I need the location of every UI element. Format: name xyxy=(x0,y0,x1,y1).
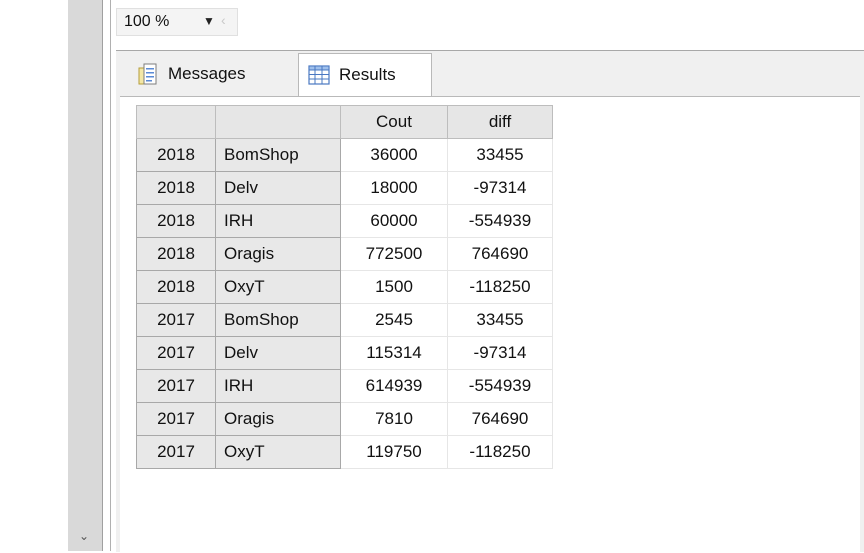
table-row: 2018 OxyT 1500 -118250 xyxy=(136,270,553,304)
cell-cout[interactable]: 18000 xyxy=(340,171,448,205)
tab-results[interactable]: Results xyxy=(298,53,432,96)
results-grid-area: Cout diff 2018 BomShop 36000 33455 2018 … xyxy=(120,96,860,553)
table-row: 2017 IRH 614939 -554939 xyxy=(136,369,553,403)
cell-year[interactable]: 2018 xyxy=(136,171,216,205)
table-row: 2018 Oragis 772500 764690 xyxy=(136,237,553,271)
cell-name[interactable]: Oragis xyxy=(215,237,341,271)
table-row: 2018 Delv 18000 -97314 xyxy=(136,171,553,205)
cell-cout[interactable]: 772500 xyxy=(340,237,448,271)
table-row: 2017 Delv 115314 -97314 xyxy=(136,336,553,370)
scroll-down-chevron-icon[interactable]: ⌄ xyxy=(76,528,92,544)
cell-name[interactable]: Oragis xyxy=(215,402,341,436)
cell-cout[interactable]: 119750 xyxy=(340,435,448,469)
cell-name[interactable]: BomShop xyxy=(215,303,341,337)
tab-messages[interactable]: Messages xyxy=(128,54,298,94)
tab-results-label: Results xyxy=(339,65,396,84)
cell-name[interactable]: OxyT xyxy=(215,270,341,304)
column-header-year[interactable] xyxy=(136,105,216,139)
cell-diff[interactable]: 33455 xyxy=(447,138,553,172)
cell-cout[interactable]: 115314 xyxy=(340,336,448,370)
cell-name[interactable]: Delv xyxy=(215,336,341,370)
cell-cout[interactable]: 1500 xyxy=(340,270,448,304)
cell-cout[interactable]: 614939 xyxy=(340,369,448,403)
gutter-divider-inner xyxy=(110,0,111,551)
zoom-bar: 100 % ▼ ‹ xyxy=(116,8,864,36)
table-row: 2017 OxyT 119750 -118250 xyxy=(136,435,553,469)
tab-messages-label: Messages xyxy=(168,64,246,83)
cell-diff[interactable]: -554939 xyxy=(447,204,553,238)
left-gutter xyxy=(68,0,103,551)
table-row: 2018 IRH 60000 -554939 xyxy=(136,204,553,238)
cell-name[interactable]: Delv xyxy=(215,171,341,205)
cell-year[interactable]: 2018 xyxy=(136,204,216,238)
table-row: 2017 Oragis 7810 764690 xyxy=(136,402,553,436)
table-row: 2018 BomShop 36000 33455 xyxy=(136,138,553,172)
column-header-diff[interactable]: diff xyxy=(447,105,553,139)
cell-cout[interactable]: 36000 xyxy=(340,138,448,172)
cell-name[interactable]: BomShop xyxy=(215,138,341,172)
results-grid-icon xyxy=(308,65,330,85)
cell-diff[interactable]: 764690 xyxy=(447,237,553,271)
cell-diff[interactable]: -554939 xyxy=(447,369,553,403)
cell-year[interactable]: 2018 xyxy=(136,270,216,304)
cell-cout[interactable]: 60000 xyxy=(340,204,448,238)
table-row: 2017 BomShop 2545 33455 xyxy=(136,303,553,337)
results-panel: Messages Results Cout diff 2018 BomShop … xyxy=(116,50,864,553)
cell-cout[interactable]: 7810 xyxy=(340,402,448,436)
grid-header-row: Cout diff xyxy=(136,105,553,139)
zoom-dropdown[interactable]: 100 % ▼ ‹ xyxy=(116,8,238,36)
cell-diff[interactable]: -97314 xyxy=(447,336,553,370)
cell-year[interactable]: 2017 xyxy=(136,402,216,436)
cell-diff[interactable]: -118250 xyxy=(447,435,553,469)
cell-year[interactable]: 2018 xyxy=(136,237,216,271)
cell-year[interactable]: 2018 xyxy=(136,138,216,172)
cell-cout[interactable]: 2545 xyxy=(340,303,448,337)
gutter-divider xyxy=(102,0,103,551)
cell-year[interactable]: 2017 xyxy=(136,336,216,370)
cell-diff[interactable]: 764690 xyxy=(447,402,553,436)
cell-diff[interactable]: 33455 xyxy=(447,303,553,337)
cell-name[interactable]: IRH xyxy=(215,369,341,403)
cell-name[interactable]: OxyT xyxy=(215,435,341,469)
scroll-left-icon[interactable]: ‹ xyxy=(221,12,226,28)
column-header-name[interactable] xyxy=(215,105,341,139)
cell-year[interactable]: 2017 xyxy=(136,435,216,469)
cell-name[interactable]: IRH xyxy=(215,204,341,238)
chevron-down-icon[interactable]: ▼ xyxy=(203,14,215,28)
messages-icon xyxy=(138,63,157,85)
cell-year[interactable]: 2017 xyxy=(136,303,216,337)
column-header-cout[interactable]: Cout xyxy=(340,105,448,139)
cell-diff[interactable]: -118250 xyxy=(447,270,553,304)
cell-diff[interactable]: -97314 xyxy=(447,171,553,205)
zoom-value: 100 % xyxy=(124,13,170,30)
cell-year[interactable]: 2017 xyxy=(136,369,216,403)
results-grid: Cout diff 2018 BomShop 36000 33455 2018 … xyxy=(136,105,553,469)
